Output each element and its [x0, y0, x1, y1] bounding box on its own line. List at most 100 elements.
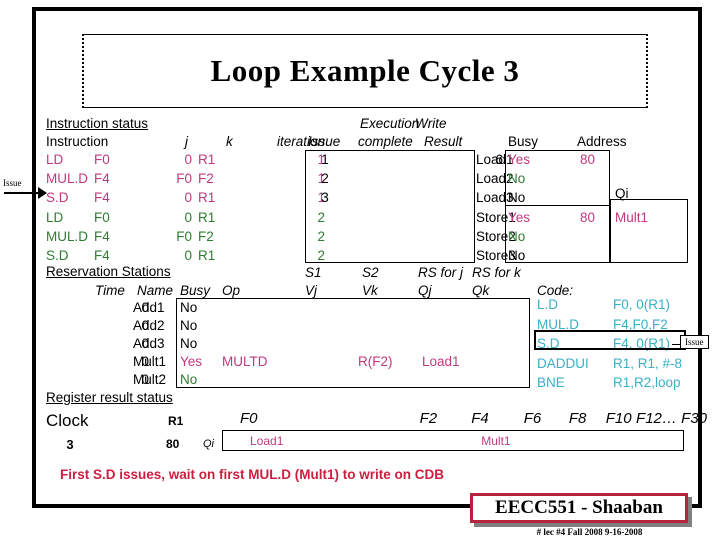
- instruction-k: R1: [198, 190, 216, 206]
- register-header: F2: [419, 410, 438, 427]
- instruction-op: MUL.D: [46, 228, 89, 244]
- instruction-k: R1: [198, 209, 216, 225]
- register-result-box: [222, 430, 684, 451]
- register-header: F4: [471, 410, 489, 427]
- ls-unit-busy: Yes: [508, 152, 531, 167]
- reservation-stations-title: Reservation Stations: [46, 264, 171, 279]
- slide-root: Loop Example Cycle 3 Issue Instruction s…: [0, 0, 720, 540]
- instruction-k: R1: [198, 248, 216, 263]
- instruction-op: S.D: [46, 190, 69, 206]
- r1-label: R1: [168, 414, 184, 428]
- ls-unit-address: 80: [579, 209, 595, 225]
- exec-issue: 1: [321, 152, 329, 167]
- course-badge-text: EECC551 - Shaaban: [495, 497, 663, 518]
- header-execution: Execution: [360, 116, 420, 131]
- register-header: F8: [568, 410, 587, 427]
- instruction-j: F0: [176, 228, 192, 244]
- header-busy-ls: Busy: [508, 134, 539, 149]
- exec-issue: 3: [321, 190, 329, 206]
- header-s1: S1: [305, 265, 322, 280]
- instruction-op: MUL.D: [46, 171, 89, 187]
- instruction-j: 0: [184, 152, 192, 167]
- instruction-dest: F0: [94, 209, 110, 225]
- slide-caption: First S.D issues, wait on first MUL.D (M…: [60, 467, 445, 482]
- register-value: Mult1: [481, 434, 511, 448]
- issue-marker-label: Issue: [3, 178, 22, 188]
- register-header: F0: [240, 410, 258, 427]
- rs-busy: No: [180, 372, 198, 387]
- page-title: Loop Example Cycle 3: [210, 53, 520, 88]
- instruction-j: 0: [184, 209, 192, 225]
- register-header: F6: [523, 410, 542, 427]
- instruction-j: F0: [176, 171, 192, 187]
- header-s2: S2: [362, 265, 379, 280]
- header-vj: Vj: [305, 283, 318, 298]
- title-box: Loop Example Cycle 3: [82, 34, 648, 108]
- instruction-status-title: Instruction status: [46, 116, 149, 131]
- register-header: F30: [681, 410, 708, 427]
- instruction-dest: F4: [94, 228, 110, 244]
- instruction-dest: F4: [94, 190, 110, 206]
- header-op: Op: [222, 283, 241, 298]
- header-name: Name: [137, 283, 174, 298]
- header-issue: Issue: [308, 134, 341, 149]
- code-operands: F0, 0(R1): [613, 297, 671, 312]
- rs-busy: No: [180, 318, 198, 333]
- header-address-ls: Address: [577, 134, 627, 149]
- store-unit-qi-box: [610, 199, 688, 263]
- register-value: Load1: [250, 434, 284, 448]
- rs-op: MULTD: [222, 354, 268, 369]
- rs-busy: Yes: [180, 354, 203, 369]
- clock-value: 3: [66, 437, 74, 452]
- ls-unit-busy: No: [508, 248, 526, 263]
- header-write: Write: [415, 116, 447, 131]
- r1-value: 80: [166, 437, 180, 451]
- rs-busy: No: [180, 300, 198, 315]
- ls-unit-busy: No: [508, 228, 526, 244]
- header-vk: Vk: [362, 283, 378, 298]
- issue-callout: Issue: [680, 335, 709, 349]
- clock-label: Clock: [46, 411, 89, 430]
- instruction-dest: F0: [94, 152, 110, 167]
- register-result-status-title: Register result status: [46, 390, 173, 405]
- header-qj: Qj: [418, 283, 432, 298]
- instruction-k: F2: [198, 228, 214, 244]
- instruction-op: LD: [46, 152, 64, 167]
- rs-name: Add3: [133, 336, 165, 351]
- instruction-j: 0: [184, 248, 192, 263]
- header-rs-for-k: RS for k: [472, 265, 521, 280]
- ls-unit-qi: Mult1: [615, 209, 649, 225]
- exec-issue: 2: [321, 171, 329, 187]
- qi-label: Qi: [203, 438, 214, 450]
- instruction-dest: F4: [94, 248, 110, 263]
- rs-qj: Load1: [422, 354, 460, 369]
- ls-unit-busy: Yes: [508, 209, 531, 225]
- instruction-k: R1: [198, 152, 216, 167]
- code-operands: R1,R2,loop: [613, 375, 681, 390]
- header-j: j: [185, 134, 188, 149]
- course-badge: EECC551 - Shaaban: [470, 493, 688, 523]
- header-rs-for-j: RS for j: [418, 265, 464, 280]
- code-op: L.D: [537, 297, 559, 312]
- instruction-j: 0: [184, 190, 192, 206]
- instruction-op: S.D: [46, 248, 69, 263]
- header-result: Result: [424, 134, 463, 149]
- code-op: DADDUI: [537, 355, 589, 371]
- ls-unit-busy: No: [508, 190, 526, 206]
- header-qk: Qk: [472, 283, 490, 298]
- rs-name: Mult2: [133, 372, 167, 387]
- rs-busy: No: [180, 336, 198, 351]
- issue-marker-arrow-shaft: [4, 192, 40, 194]
- instruction-op: LD: [46, 209, 64, 225]
- rs-name: Mult1: [133, 354, 167, 369]
- footer-note: # lec #4 Fall 2008 9-16-2008: [536, 527, 643, 537]
- code-operands: R1, R1, #-8: [613, 355, 683, 371]
- ls-unit-busy: No: [508, 171, 526, 187]
- header-complete: complete: [358, 134, 413, 149]
- rs-name: Add2: [133, 318, 165, 333]
- rs-vk: R(F2): [358, 354, 393, 369]
- header-instruction: Instruction: [46, 134, 109, 149]
- code-label: Code:: [537, 283, 574, 298]
- ls-unit-address: 80: [579, 152, 595, 167]
- register-header: F12…: [636, 410, 677, 427]
